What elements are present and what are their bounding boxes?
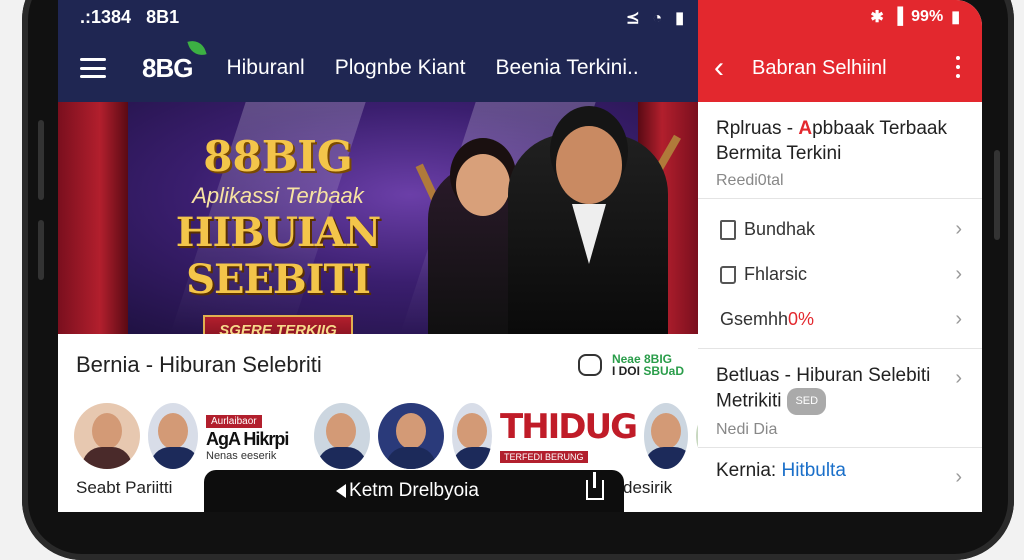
section-title: Bernia - Hiburan Selebriti: [76, 352, 322, 377]
thidu-promo[interactable]: THIDUG TERFEDI BERUNG: [500, 407, 638, 465]
app-bar: ‹ Babran Selhiinl: [698, 34, 982, 102]
article-card[interactable]: Rplruas - Apbbaak Terbaak Bermita Terkin…: [698, 102, 982, 199]
nav-link-berita[interactable]: Beenia Terkini..: [495, 56, 638, 80]
celebrity-avatar[interactable]: [314, 403, 370, 469]
brand-logo[interactable]: 8BG: [142, 36, 207, 84]
chevron-right-icon: ›: [955, 367, 962, 389]
more-options-icon[interactable]: [956, 56, 960, 83]
article-card[interactable]: Betluas - Hiburan Selebiti Metrikiti SED …: [698, 349, 982, 448]
promo-card[interactable]: Aurlaibaor AgA Hikrpi Nenas eeserik: [206, 411, 306, 462]
phone-icon: [720, 219, 736, 240]
signal-icon: ◔: [652, 9, 663, 27]
article-title: Rplruas - Apbbaak Terbaak Bermita Terkin…: [716, 118, 947, 164]
banner-tagline: Aplikassi Terbaak: [192, 183, 364, 208]
article-meta: Reedi0tal: [716, 172, 784, 189]
thumb-caption: Seabt Pariitti: [76, 478, 173, 497]
celebrity-avatar[interactable]: [452, 403, 492, 469]
banner-brand: 88BIG: [203, 132, 353, 181]
nav-link-pilihan[interactable]: Plognbe Kiant: [335, 56, 466, 80]
battery-icon: ▮: [951, 9, 960, 26]
battery-icon: ▮: [675, 9, 684, 27]
thumb-caption: desirik: [623, 478, 673, 497]
left-screen: .:1384 8B1 ⪯ ◔ ▮ 8BG Hiburanl Plognbe Ki…: [58, 0, 698, 512]
bluetooth-icon: ✱: [870, 9, 884, 26]
status-bar-right: ✱ ▐ 99% ▮: [698, 0, 982, 34]
celebrity-avatar[interactable]: [74, 403, 140, 469]
menu-item-gsemhh[interactable]: Gsemhh 0% ›: [698, 297, 982, 342]
play-icon[interactable]: [336, 484, 346, 498]
signal-icon: ▐: [891, 8, 904, 25]
section-header: Bernia - Hiburan Selebriti Neae 8BIG I D…: [58, 334, 698, 396]
banner-title: HIBUIAN SEEBITI: [175, 209, 382, 303]
menu-item-fhlarsic[interactable]: Fhlarsic ›: [698, 252, 982, 297]
comment-icon[interactable]: [577, 354, 602, 376]
media-bar-label: Ketm Drelbyoia: [349, 480, 479, 501]
banner-text: 88BIG Aplikassi Terbaak HIBUIAN SEEBITI …: [128, 132, 428, 334]
celebrity-thumbnails: Aurlaibaor AgA Hikrpi Nenas eeserik THID…: [58, 396, 698, 476]
celebrity-man-image: [508, 126, 668, 334]
wifi-icon: ⪯: [626, 9, 640, 27]
app-bar-title: Babran Selhiinl: [752, 56, 887, 79]
article-meta: Nedi Dia: [716, 421, 778, 438]
menu-icon[interactable]: [80, 58, 106, 78]
tag-pill: SED: [787, 388, 827, 415]
bottom-media-bar[interactable]: Ketm Drelbyoia: [204, 470, 624, 512]
chevron-right-icon: ›: [955, 218, 962, 240]
right-screen: ✱ ▐ 99% ▮ ‹ Babran Selhiinl Rplruas - Ap…: [698, 0, 982, 512]
category-row[interactable]: Kernia: Hitbulta ›: [698, 448, 982, 494]
hero-banner[interactable]: 88BIG Aplikassi Terbaak HIBUIAN SEEBITI …: [58, 102, 698, 334]
celebrity-avatar[interactable]: [644, 403, 689, 469]
volume-down-button[interactable]: [38, 220, 44, 280]
article-title: Betluas - Hiburan Selebiti Metrikiti SED: [716, 363, 964, 415]
volume-up-button[interactable]: [38, 120, 44, 200]
mini-brand-logo: Neae 8BIG I DOI SBUaD: [611, 352, 684, 378]
status-time: .:1384: [80, 6, 132, 27]
top-navbar: 8BG Hiburanl Plognbe Kiant Beenia Terkin…: [58, 34, 698, 102]
share-icon[interactable]: [586, 472, 604, 500]
nav-link-hiburan[interactable]: Hiburanl: [226, 56, 304, 80]
refresh-icon: [720, 265, 736, 284]
celebrity-avatar[interactable]: [148, 403, 198, 469]
battery-percent: 99%: [911, 8, 944, 25]
chevron-right-icon: ›: [955, 308, 962, 330]
banner-badge: SGERE TERKIIG: [203, 315, 353, 334]
status-bar: .:1384 8B1 ⪯ ◔ ▮: [58, 0, 698, 34]
menu-item-bundhak[interactable]: Bundhak ›: [698, 207, 982, 252]
chevron-right-icon: ›: [955, 263, 962, 285]
power-button[interactable]: [994, 150, 1000, 240]
curtain-left: [58, 102, 128, 334]
chevron-right-icon: ›: [955, 466, 962, 488]
status-extra: 8B1: [146, 6, 180, 27]
menu-list: Bundhak › Fhlarsic › Gsemhh 0% ›: [698, 199, 982, 349]
back-arrow-icon[interactable]: ‹: [714, 51, 724, 85]
celebrity-avatar[interactable]: [378, 403, 444, 469]
